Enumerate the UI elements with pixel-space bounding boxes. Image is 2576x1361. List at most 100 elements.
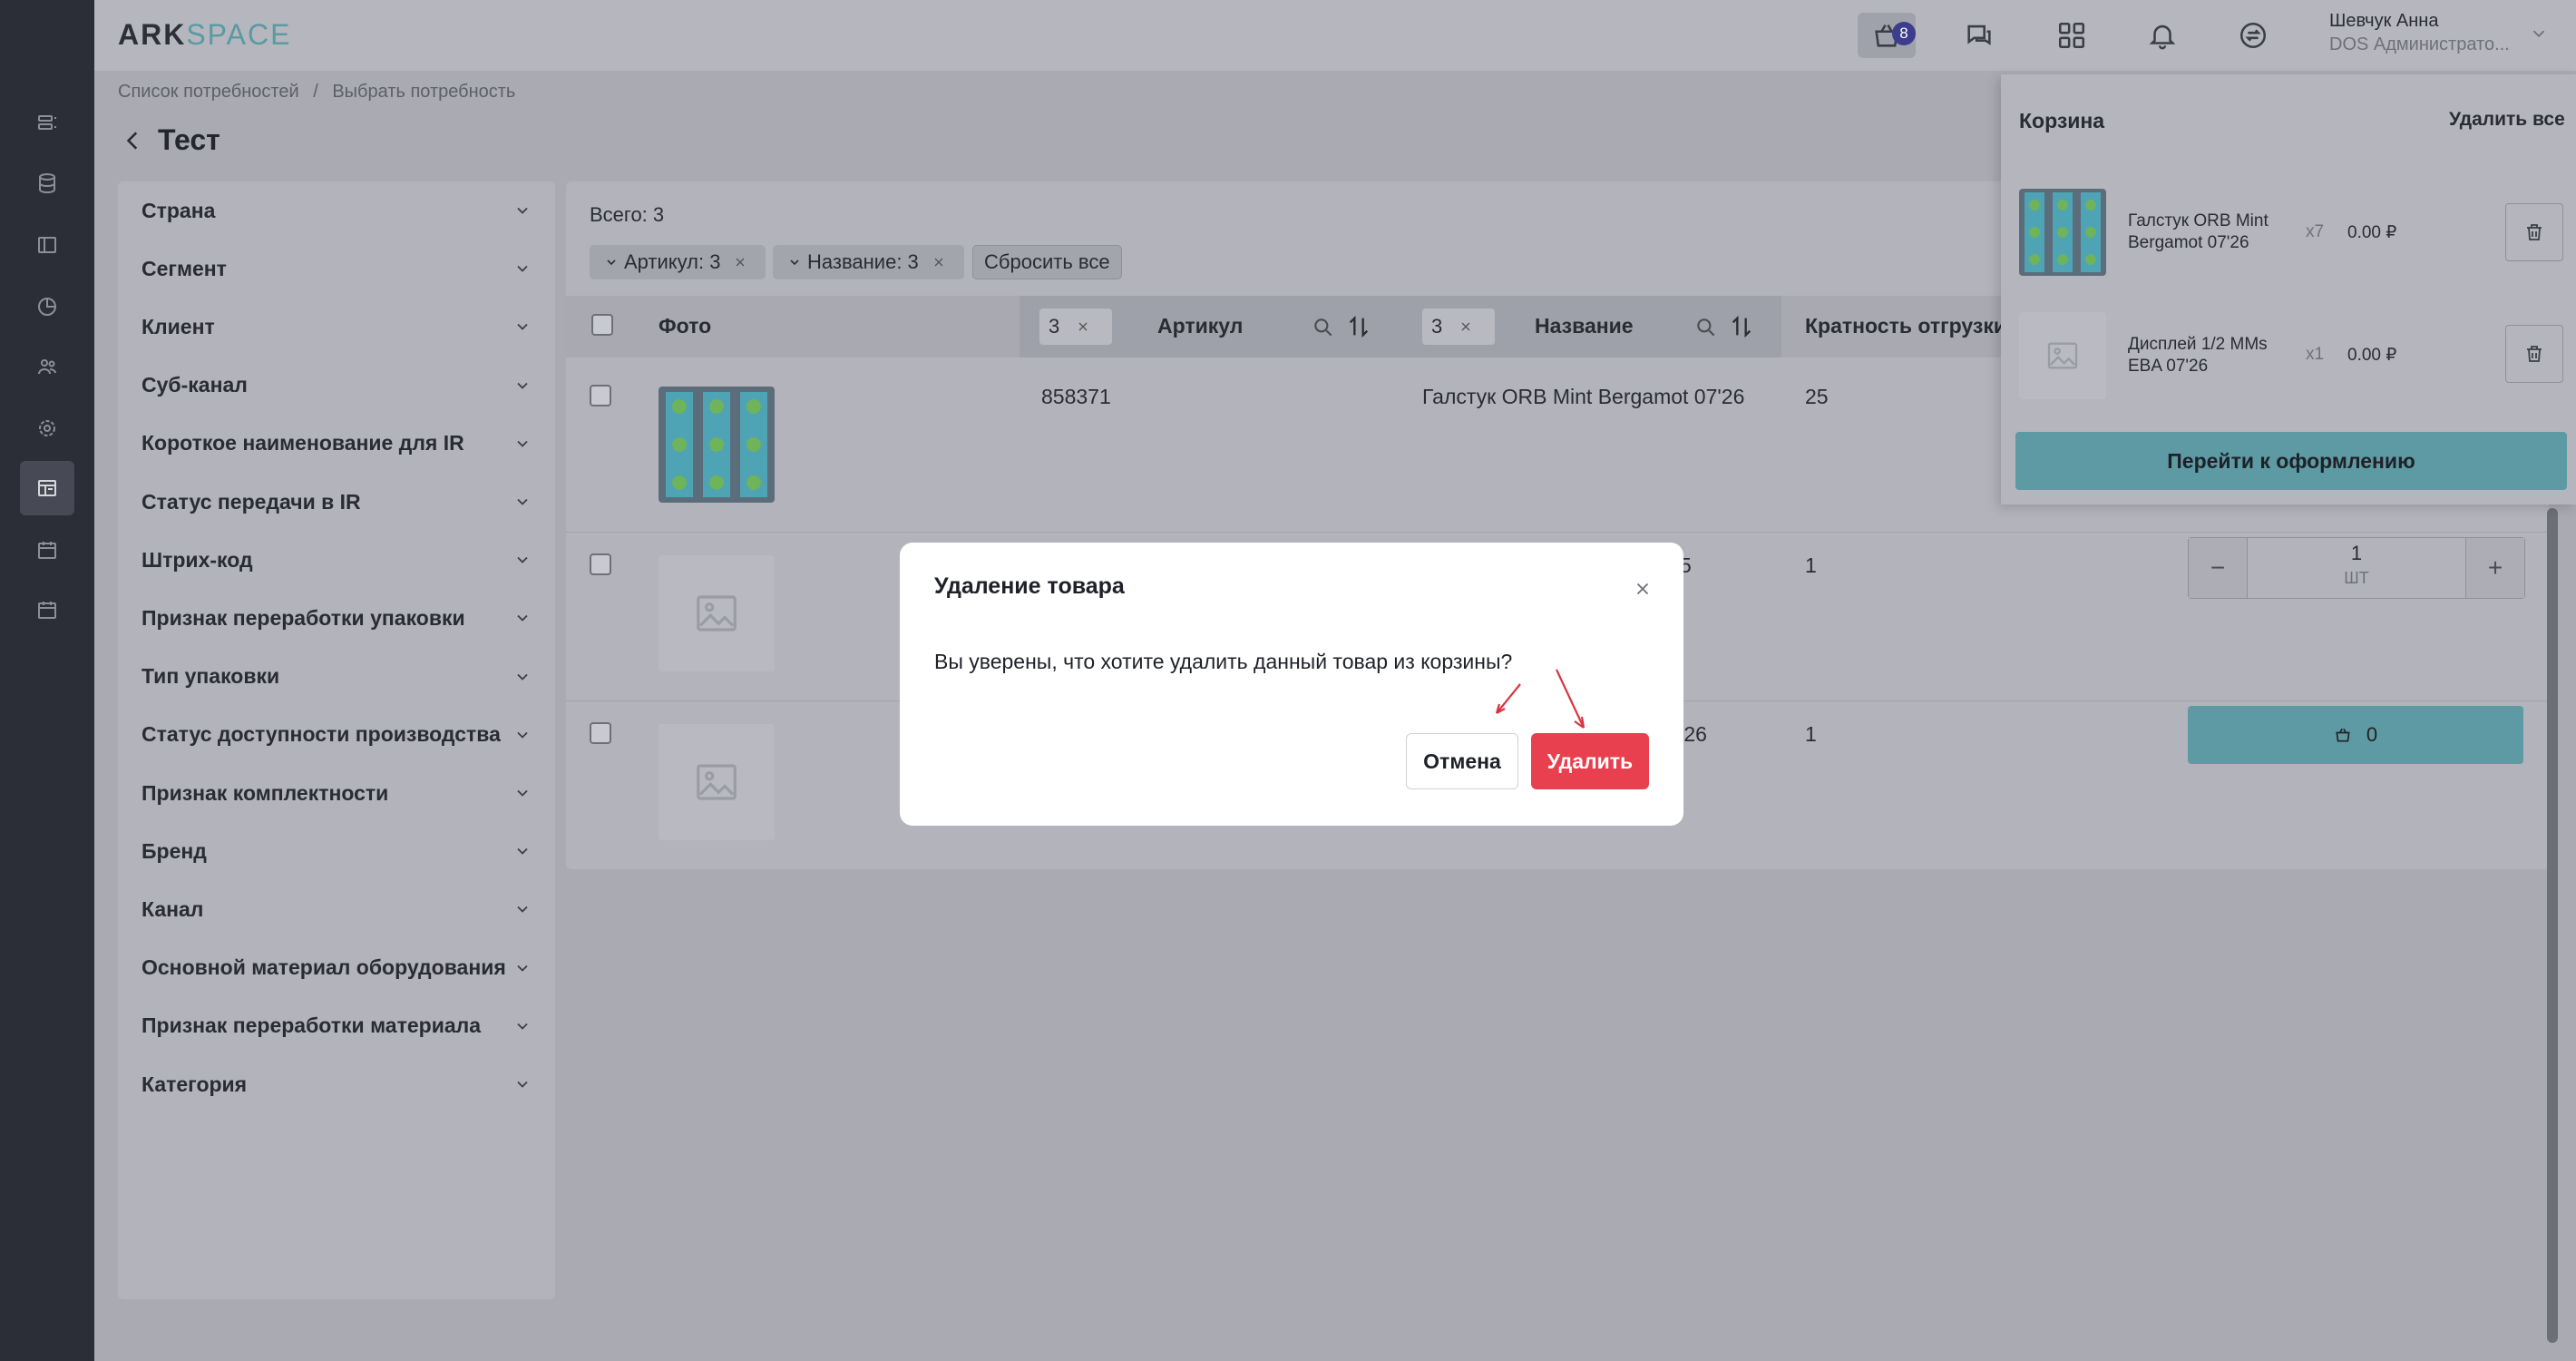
chevron-down-icon (607, 259, 616, 266)
sort-icon[interactable] (1346, 314, 1371, 339)
filter-accordion-item[interactable]: Категория (141, 1066, 532, 1102)
filter-accordion-item[interactable]: Основной материал оборудования (141, 950, 532, 986)
delete-button[interactable]: Удалить (1531, 733, 1649, 789)
breadcrumb-item[interactable]: Выбрать потребность (332, 82, 515, 102)
increment-button[interactable]: + (2465, 538, 2524, 598)
breadcrumb: Список потребностей / Выбрать потребност… (118, 82, 524, 103)
header-cart-button[interactable]: 8 (1858, 13, 1916, 58)
article-filter-count[interactable]: 3 (1039, 308, 1112, 345)
quantity-unit: ШТ (2344, 569, 2369, 587)
image-icon (697, 595, 737, 632)
filter-accordion-item[interactable]: Бренд (141, 833, 532, 869)
filter-accordion-item[interactable]: Сегмент (141, 250, 532, 287)
chevron-down-icon (517, 731, 528, 739)
product-image-placeholder[interactable] (659, 724, 775, 840)
filter-label: Признак комплектности (141, 780, 389, 805)
filter-accordion-item[interactable]: Признак переработки материала (141, 1008, 532, 1044)
modal-message: Вы уверены, что хотите удалить данный то… (934, 650, 1513, 673)
checkout-button[interactable]: Перейти к оформлению (2015, 432, 2567, 490)
rail-users-icon[interactable] (29, 348, 65, 385)
filters-panel: Страна Сегмент Клиент Суб-канал Короткое наи… (118, 181, 555, 1299)
chevron-down-icon[interactable] (2529, 24, 2549, 44)
search-icon[interactable] (1312, 316, 1335, 339)
reset-all-button[interactable]: Сбросить все (972, 245, 1122, 279)
filter-label: Статус доступности производства (141, 722, 501, 747)
chevron-down-icon (790, 259, 799, 266)
filter-chip-article[interactable]: Артикул: 3 (590, 245, 766, 279)
rail-calendar-alt-icon[interactable] (29, 592, 65, 628)
rail-book-icon[interactable] (29, 227, 65, 263)
quantity-value[interactable]: 1 (2247, 542, 2466, 565)
filter-label: Клиент (141, 314, 215, 338)
filter-accordion-item[interactable]: Страна (141, 192, 532, 229)
rail-settings-icon[interactable] (29, 410, 65, 446)
back-arrow-icon[interactable] (122, 127, 145, 154)
filter-accordion-item[interactable]: Статус доступности производства (141, 717, 532, 753)
grid-icon (2058, 22, 2085, 49)
close-icon (934, 258, 943, 267)
column-name[interactable]: Название (1535, 314, 1634, 338)
chevron-down-icon (517, 557, 528, 563)
chevron-down-icon (517, 324, 528, 331)
close-icon[interactable] (1633, 579, 1653, 599)
close-icon (1078, 322, 1088, 331)
page-title: Тест (158, 123, 220, 156)
row-checkbox[interactable] (590, 385, 611, 406)
add-to-cart-button[interactable]: 0 (2188, 706, 2523, 764)
cell-name: Галстук ORB Mint Bergamot 07'26 (1422, 385, 1745, 408)
filter-accordion-item[interactable]: Штрих-код (141, 542, 532, 578)
header-chat-button[interactable] (1950, 13, 2008, 58)
chevron-down-icon (517, 906, 528, 914)
cart-clear-all-button[interactable]: Удалить все (2449, 109, 2565, 131)
app-logo[interactable]: ARKSPACE (118, 18, 291, 52)
header-sync-button[interactable] (2224, 13, 2282, 58)
quantity-stepper: − 1 ШТ + (2188, 537, 2525, 599)
select-all-checkbox[interactable] (591, 314, 613, 336)
header-notifications-button[interactable] (2133, 13, 2191, 58)
filter-accordion-item[interactable]: Признак переработки упаковки (141, 600, 532, 636)
chevron-down-icon (517, 615, 528, 622)
search-icon[interactable] (1694, 316, 1718, 339)
cancel-button[interactable]: Отмена (1406, 733, 1518, 789)
decrement-button[interactable]: − (2189, 538, 2248, 598)
filter-accordion-item[interactable]: Суб-канал (141, 367, 532, 404)
filter-accordion-item[interactable]: Канал (141, 891, 532, 927)
image-icon (697, 764, 737, 800)
scrollbar[interactable] (2547, 508, 2558, 1343)
product-image-placeholder[interactable] (659, 555, 775, 671)
cart-item-delete-button[interactable] (2505, 325, 2563, 383)
user-name[interactable]: Шевчук Анна (2329, 11, 2438, 32)
top-header (94, 0, 2576, 71)
product-image[interactable] (659, 387, 775, 503)
chevron-down-icon (517, 848, 528, 855)
filter-accordion-item[interactable]: Признак комплектности (141, 775, 532, 811)
chevron-down-icon (517, 964, 528, 972)
breadcrumb-item[interactable]: Список потребностей (118, 82, 299, 102)
filter-label: Признак переработки упаковки (141, 605, 465, 630)
user-role: DOS Администрато... (2329, 34, 2510, 54)
filter-accordion-item[interactable]: Статус передачи в IR (141, 484, 532, 520)
filter-accordion-item[interactable]: Короткое наименование для IR (141, 426, 532, 462)
filter-label: Бренд (141, 838, 207, 863)
filter-chip-name[interactable]: Название: 3 (773, 245, 964, 279)
filter-label: Сегмент (141, 256, 227, 280)
rail-database-icon[interactable] (29, 165, 65, 201)
sort-icon[interactable] (1729, 314, 1754, 339)
chevron-down-icon (517, 789, 528, 797)
header-apps-button[interactable] (2043, 13, 2101, 58)
chat-icon (1967, 24, 1991, 45)
filter-accordion-item[interactable]: Клиент (141, 308, 532, 345)
name-filter-count[interactable]: 3 (1422, 308, 1495, 345)
annotation-arrows (1495, 669, 1586, 729)
rail-list-icon[interactable] (29, 105, 65, 142)
rail-catalog-icon[interactable] (20, 461, 74, 515)
cart-item-delete-button[interactable] (2505, 203, 2563, 261)
row-checkbox[interactable] (590, 553, 611, 575)
filter-accordion-item[interactable]: Тип упаковки (141, 659, 532, 695)
trash-icon (2527, 224, 2542, 240)
column-article[interactable]: Артикул (1157, 314, 1243, 338)
rail-calendar-icon[interactable] (29, 532, 65, 568)
filter-label: Тип упаковки (141, 664, 280, 689)
row-checkbox[interactable] (590, 722, 611, 744)
rail-chart-icon[interactable] (29, 289, 65, 325)
